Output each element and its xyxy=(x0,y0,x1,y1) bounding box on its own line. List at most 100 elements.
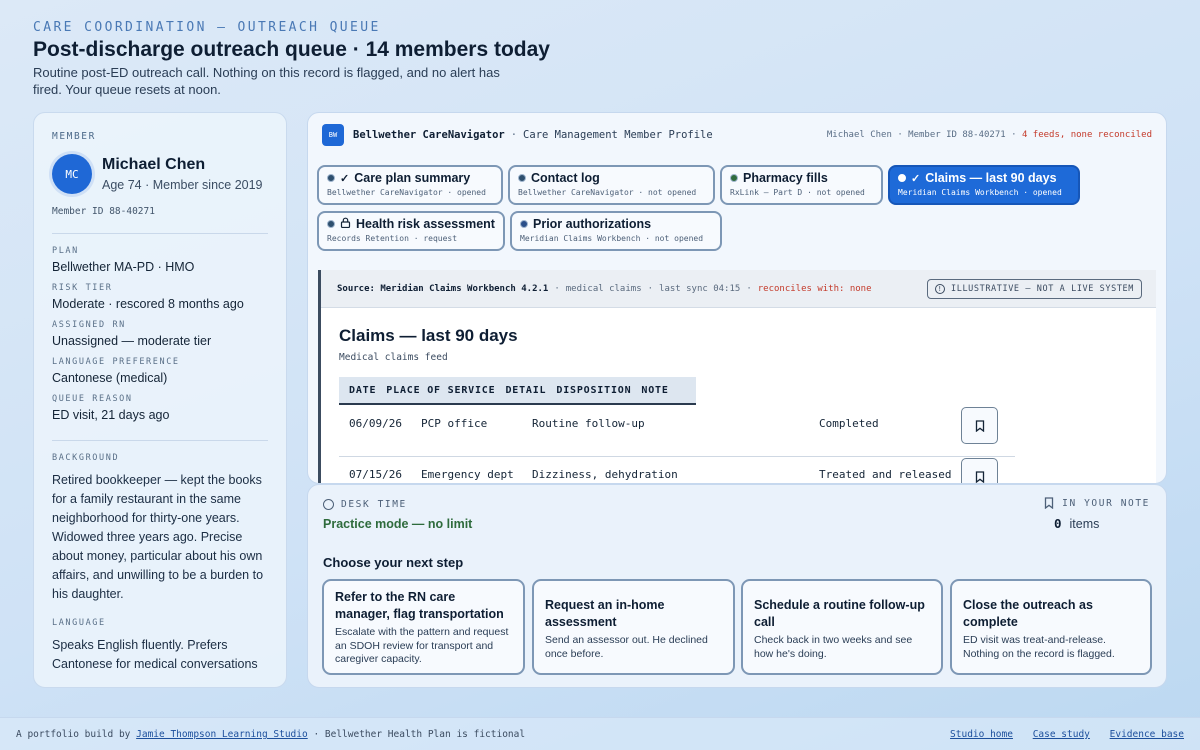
field-background: BACKGROUND Retired bookkeeper — kept the… xyxy=(52,453,268,604)
bookmark-icon xyxy=(975,419,984,432)
cell-date: 06/09/26 xyxy=(349,417,402,430)
field-queue-reason: QUEUE REASON ED visit, 21 days ago xyxy=(52,394,268,422)
doc-subtitle: Medical claims feed xyxy=(339,352,448,363)
tab-label: Claims — last 90 days xyxy=(925,171,1057,185)
column-header: NOTE xyxy=(641,384,669,396)
member-name: Michael Chen xyxy=(102,156,206,173)
avatar: MC xyxy=(52,154,92,194)
footer: A portfolio build by Jamie Thompson Lear… xyxy=(0,717,1200,750)
note-label-text: IN YOUR NOTE xyxy=(1062,497,1150,509)
tab-label: Contact log xyxy=(531,171,600,185)
status-dot xyxy=(520,220,528,228)
evidence-base-link[interactable]: Evidence base xyxy=(1110,729,1184,740)
option-routine-follow-up[interactable]: Schedule a routine follow-up call Check … xyxy=(741,579,943,675)
field-value: Cantonese (medical) xyxy=(52,371,168,385)
member-eyebrow: MEMBER xyxy=(52,131,96,142)
tab-pharmacy-fills[interactable]: Pharmacy fills RxLink — Part D · not ope… xyxy=(720,165,883,205)
app-title-bar: BW Bellwether CareNavigator · Care Managem… xyxy=(322,123,1152,147)
option-title: Request an in-home assessment xyxy=(545,598,665,629)
divider xyxy=(52,440,268,441)
bookmark-icon xyxy=(975,470,984,483)
cell-place: Emergency dept xyxy=(421,468,514,481)
page-eyebrow: CARE COORDINATION — OUTREACH QUEUE xyxy=(33,20,381,35)
field-plan: PLAN Bellwether MA-PD · HMO xyxy=(52,246,268,274)
tab-label: Care plan summary xyxy=(354,171,471,185)
tab-label: Prior authorizations xyxy=(533,217,652,231)
status-dot xyxy=(518,174,526,182)
tab-contact-log[interactable]: Contact log Bellwether CareNavigator · n… xyxy=(508,165,715,205)
source-sync: last sync 04:15 xyxy=(659,283,741,294)
field-value: Unassigned — moderate tier xyxy=(52,334,212,348)
field-label: ASSIGNED RN xyxy=(52,320,126,330)
option-in-home-assessment[interactable]: Request an in-home assessment Send an as… xyxy=(532,579,735,675)
app-name: Bellwether CareNavigator xyxy=(353,129,505,141)
field-value: Bellwether MA-PD · HMO xyxy=(52,260,195,274)
status-dot xyxy=(327,174,335,182)
page-subtitle: Routine post-ED outreach call. Nothing o… xyxy=(33,65,500,97)
tab-meta: Meridian Claims Workbench · not opened xyxy=(520,234,704,243)
note-label: IN YOUR NOTE xyxy=(1044,497,1150,509)
source-bar: Source: Meridian Claims Workbench 4.2.1 ·… xyxy=(321,270,1156,308)
option-title: Refer to the RN care manager, flag trans… xyxy=(335,590,504,621)
cell-place: PCP office xyxy=(421,417,488,430)
decision-panel: DESK TIME Practice mode — no limit IN YO… xyxy=(307,484,1167,688)
source-reconciles: reconciles with: none xyxy=(757,283,872,294)
field-label: BACKGROUND xyxy=(52,453,120,463)
cell-date: 07/15/26 xyxy=(349,468,402,481)
option-title: Close the outreach as complete xyxy=(963,598,1093,629)
note-count-number: 0 xyxy=(1054,516,1062,531)
status-dot xyxy=(730,174,738,182)
app-name-group: Bellwether CareNavigator · Care Management… xyxy=(353,129,713,141)
column-header: DATE xyxy=(349,384,377,396)
illustrative-label: ILLUSTRATIVE — NOT A LIVE SYSTEM xyxy=(951,283,1134,294)
desk-time-value: Practice mode — no limit xyxy=(323,517,473,531)
column-header: PLACE OF SERVICE xyxy=(386,384,496,396)
field-label: PLAN xyxy=(52,246,79,256)
field-label: RISK TIER xyxy=(52,283,113,293)
option-description: Send an assessor out. He declined once b… xyxy=(545,634,708,660)
claims-document: Source: Meridian Claims Workbench 4.2.1 ·… xyxy=(318,270,1156,483)
bookmark-button[interactable] xyxy=(961,458,998,483)
footer-credit: A portfolio build by Jamie Thompson Lear… xyxy=(16,729,525,740)
tab-meta: RxLink — Part D · not opened xyxy=(730,188,865,197)
language-text: Speaks English fluently. Prefers Cantone… xyxy=(52,638,258,671)
app-logo: BW xyxy=(322,124,344,146)
feeds-alert: 4 feeds, none reconciled xyxy=(1021,130,1152,140)
bookmark-icon xyxy=(1045,497,1054,509)
page-title: Post-discharge outreach queue · 14 membe… xyxy=(33,38,550,61)
row-divider xyxy=(339,456,1015,457)
source-feed: medical claims xyxy=(565,283,642,294)
footer-links: Studio home Case study Evidence base xyxy=(936,729,1184,740)
tab-health-risk-assessment[interactable]: Health risk assessment Records Retention… xyxy=(317,211,505,251)
tab-prior-authorizations[interactable]: Prior authorizations Meridian Claims Wor… xyxy=(510,211,722,251)
case-study-link[interactable]: Case study xyxy=(1033,729,1090,740)
option-title: Schedule a routine follow-up call xyxy=(754,598,925,629)
field-label: QUEUE REASON xyxy=(52,394,133,404)
field-value: Moderate · rescored 8 months ago xyxy=(52,297,244,311)
field-risk-tier: RISK TIER Moderate · rescored 8 months a… xyxy=(52,283,268,311)
tab-label: Health risk assessment xyxy=(356,217,495,231)
field-label: LANGUAGE PREFERENCE xyxy=(52,357,180,367)
cell-detail: Dizziness, dehydration xyxy=(532,468,678,481)
tab-meta: Meridian Claims Workbench · opened xyxy=(898,188,1062,197)
field-value: ED visit, 21 days ago xyxy=(52,408,170,422)
studio-home-link[interactable]: Studio home xyxy=(950,729,1013,740)
option-refer-rn[interactable]: Refer to the RN care manager, flag trans… xyxy=(322,579,525,675)
cell-disposition: Completed xyxy=(819,417,879,430)
member-profile-app: BW Bellwether CareNavigator · Care Managem… xyxy=(307,112,1167,484)
note-count: 0 items xyxy=(1054,516,1099,531)
desk-time-label: DESK TIME xyxy=(323,499,407,510)
app-member-info: Michael Chen · Member ID 88-40271 · 4 fe… xyxy=(827,130,1152,140)
app-module: Care Management Member Profile xyxy=(523,129,713,141)
member-card: MEMBER MC Michael Chen Age 74 · Member s… xyxy=(33,112,287,688)
tab-care-plan-summary[interactable]: ✓ Care plan summary Bellwether CareNaviga… xyxy=(317,165,503,205)
bookmark-button[interactable] xyxy=(961,407,998,444)
option-description: ED visit was treat-and-release. Nothing … xyxy=(963,634,1115,660)
tab-meta: Records Retention · request xyxy=(327,234,458,243)
tab-meta: Bellwether CareNavigator · not opened xyxy=(518,188,697,197)
author-link[interactable]: Jamie Thompson Learning Studio xyxy=(136,729,308,740)
lock-icon xyxy=(340,217,351,231)
tab-claims-last-90-days[interactable]: ✓ Claims — last 90 days Meridian Claims W… xyxy=(888,165,1080,205)
status-dot xyxy=(327,220,335,228)
option-close-outreach[interactable]: Close the outreach as complete ED visit … xyxy=(950,579,1152,675)
